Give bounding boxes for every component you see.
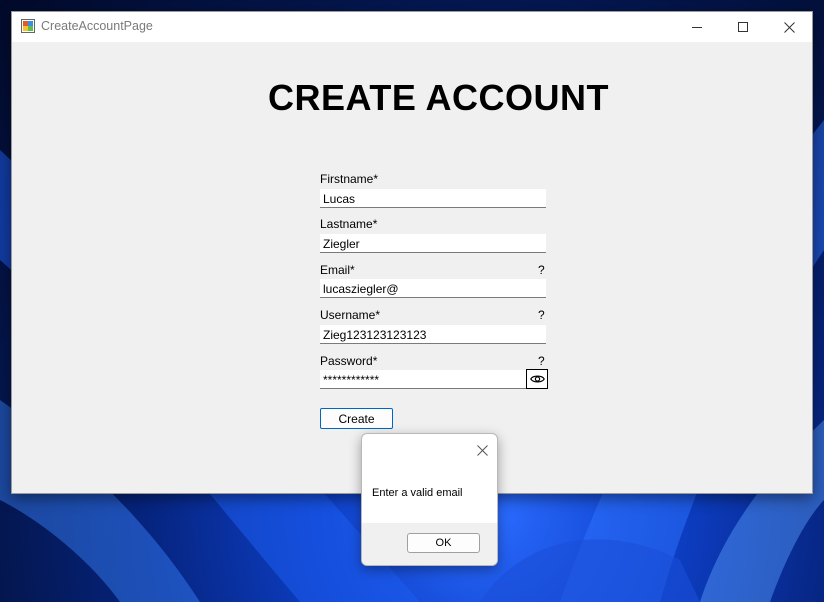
show-password-button[interactable] <box>526 369 548 389</box>
email-help-icon[interactable]: ? <box>538 263 545 277</box>
error-dialog: Enter a valid email OK <box>361 433 498 566</box>
maximize-icon <box>738 22 748 32</box>
lastname-field[interactable] <box>320 234 546 253</box>
username-help-icon[interactable]: ? <box>538 308 545 322</box>
minimize-icon <box>692 27 702 28</box>
create-button[interactable]: Create <box>320 408 393 429</box>
dialog-message: Enter a valid email <box>372 487 463 499</box>
create-account-window: CreateAccountPage CREATE ACCOUNT Firstna… <box>11 11 813 494</box>
dialog-close-button[interactable] <box>472 440 492 460</box>
username-field[interactable] <box>320 325 546 344</box>
minimize-button[interactable] <box>674 12 720 42</box>
firstname-field[interactable] <box>320 189 546 208</box>
title-bar[interactable]: CreateAccountPage <box>12 12 812 42</box>
username-label: Username* <box>320 308 381 322</box>
app-icon <box>21 19 35 33</box>
close-icon <box>476 444 488 456</box>
email-field[interactable] <box>320 279 546 298</box>
window-title: CreateAccountPage <box>41 19 153 33</box>
ok-button[interactable]: OK <box>407 533 480 553</box>
lastname-label: Lastname* <box>320 217 378 231</box>
password-help-icon[interactable]: ? <box>538 354 545 368</box>
close-icon <box>783 21 795 33</box>
password-field[interactable] <box>320 370 526 389</box>
close-button[interactable] <box>766 12 812 42</box>
maximize-button[interactable] <box>720 12 766 42</box>
dialog-footer: OK <box>362 523 497 565</box>
eye-icon <box>529 375 545 383</box>
firstname-label: Firstname* <box>320 172 379 186</box>
password-label: Password* <box>320 354 378 368</box>
email-label: Email* <box>320 263 355 277</box>
page-title: CREATE ACCOUNT <box>268 77 609 118</box>
